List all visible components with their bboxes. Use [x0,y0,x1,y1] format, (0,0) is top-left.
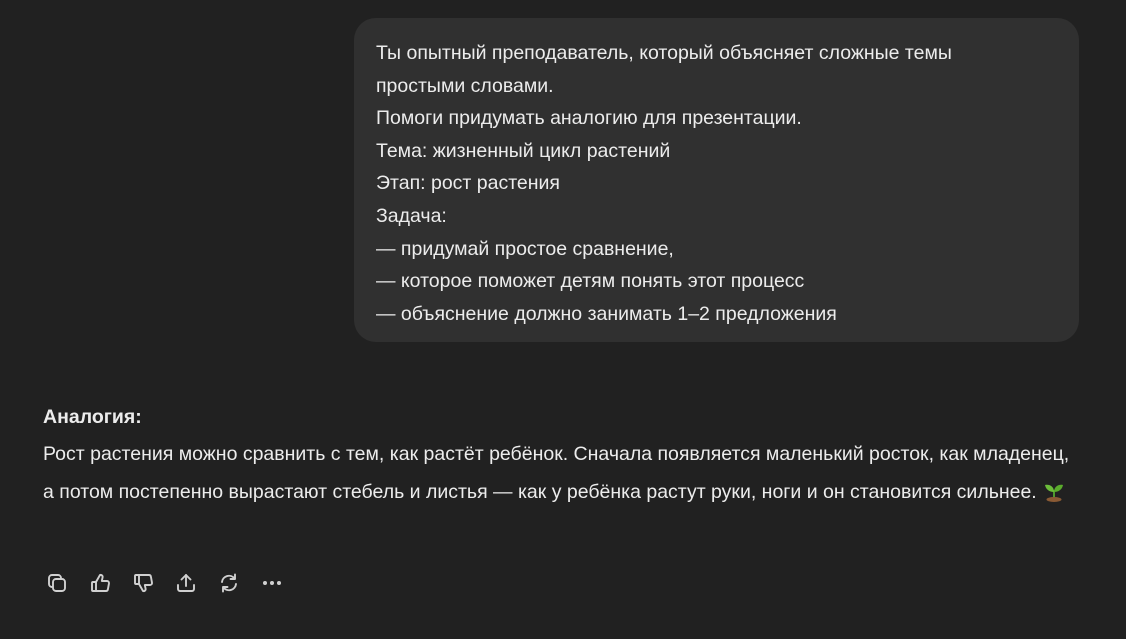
answer-paragraph: Рост растения можно сравнить с тем, как … [43,436,1083,515]
user-message-line: — объяснение должно занимать 1–2 предлож… [376,302,837,325]
like-button[interactable] [86,569,114,597]
more-button[interactable] [258,569,286,597]
chat-page: Ты опытный преподаватель, который объясн… [0,0,1126,639]
message-actions [43,569,301,597]
user-message-line: простыми словами. [376,74,554,97]
seedling-icon [1043,478,1065,516]
thumbs-down-icon [134,574,153,593]
user-message-bubble: Ты опытный преподаватель, который объясн… [354,18,1079,342]
user-message-line: Тема: жизненный цикл растений [376,139,671,162]
copy-button[interactable] [43,569,71,597]
dislike-button[interactable] [129,569,157,597]
user-message-line: — которое поможет детям понять этот проц… [376,270,805,293]
user-message-line: Ты опытный преподаватель, который объясн… [376,42,952,64]
share-icon [177,574,195,592]
user-message-line: — придумай простое сравнение, [376,237,674,260]
user-message-line: Задача: [376,204,447,227]
answer-heading: Аналогия: [43,406,142,428]
thumbs-up-icon [91,573,110,592]
regenerate-icon [221,573,237,593]
user-message-line: Помоги придумать аналогию для презентаци… [376,107,802,130]
user-message-line: Этап: рост растения [376,172,560,195]
more-icon [263,581,281,585]
share-button[interactable] [172,569,200,597]
assistant-message: Аналогия: Рост растения можно сравнить с… [43,401,1083,515]
answer-body: Рост растения можно сравнить с тем, как … [43,443,1070,503]
regenerate-button[interactable] [215,569,243,597]
copy-icon [48,574,66,592]
